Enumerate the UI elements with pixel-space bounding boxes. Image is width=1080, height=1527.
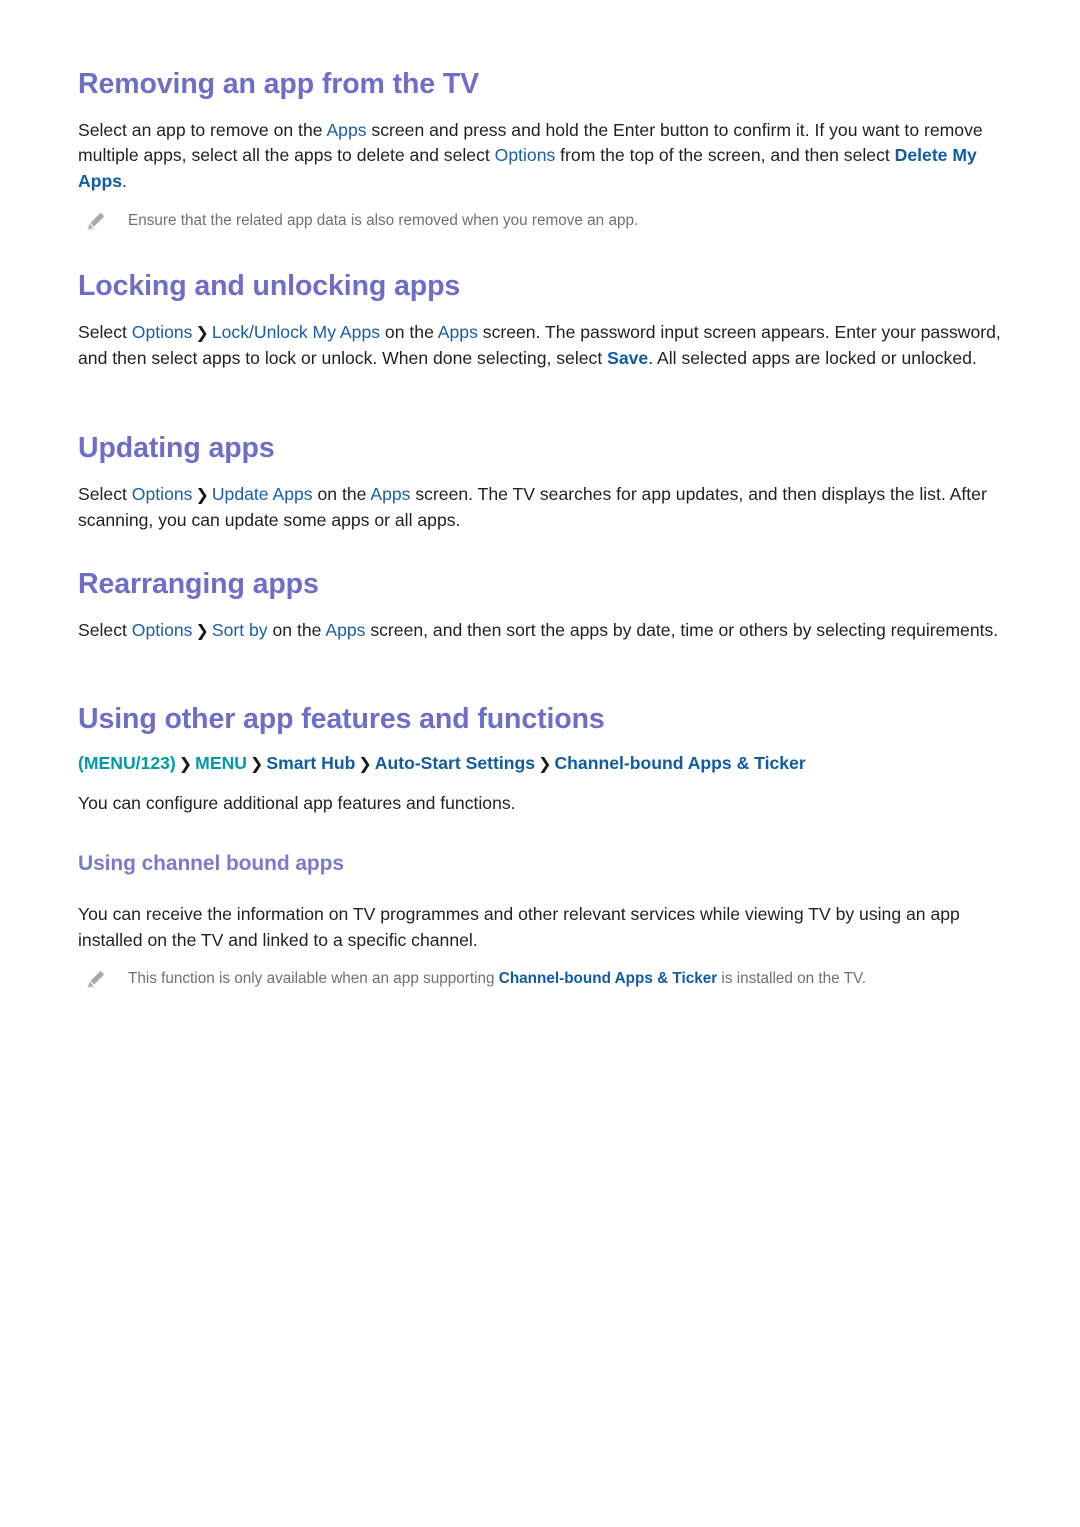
link-options[interactable]: Options — [132, 620, 193, 640]
breadcrumb-item-menu123[interactable]: (MENU/123) — [78, 753, 176, 773]
breadcrumb-item-menu[interactable]: MENU — [195, 753, 247, 773]
text-run: Select — [78, 483, 132, 504]
paragraph-removing-an-app: Select an app to remove on the Apps scre… — [78, 118, 1005, 195]
chevron-right-icon: ❯ — [178, 755, 193, 773]
note-removing-an-app: Ensure that the related app data is also… — [78, 210, 1005, 232]
section-removing-an-app: Removing an app from the TV Select an ap… — [78, 68, 1005, 232]
paragraph-updating-apps: Select Options ❯ Update Apps on the Apps s… — [78, 482, 1005, 534]
link-update-apps[interactable]: Update Apps — [212, 484, 313, 504]
breadcrumb: (MENU/123) ❯ MENU ❯ Smart Hub ❯ Auto-Start Set… — [78, 751, 1005, 777]
link-options[interactable]: Options — [495, 145, 556, 165]
text-run: on the — [267, 619, 326, 640]
section-title-locking-unlocking-apps: Locking and unlocking apps — [78, 270, 461, 302]
section-title-rearranging-apps: Rearranging apps — [78, 568, 319, 600]
link-lock-unlock-my-apps[interactable]: Lock/Unlock My Apps — [212, 322, 380, 342]
note-text: Ensure that the related app data is also… — [128, 212, 639, 230]
link-options[interactable]: Options — [132, 484, 193, 504]
link-apps[interactable]: Apps — [326, 120, 366, 140]
text-run: This function is only available when an … — [128, 970, 499, 988]
pencil-icon — [86, 969, 106, 989]
text-run: . All selected apps are locked or unlock… — [648, 348, 977, 369]
text-run: is installed on the TV. — [717, 970, 867, 988]
chevron-right-icon: ❯ — [358, 755, 372, 773]
text-run: on the — [380, 321, 438, 342]
note-using-channel-bound-apps: This function is only available when an … — [78, 968, 1005, 990]
text-run: on the — [312, 483, 371, 504]
link-channel-bound-apps-ticker[interactable]: Channel-bound Apps & Ticker — [499, 970, 717, 987]
paragraph-rearranging-apps: Select Options ❯ Sort by on the Apps scree… — [78, 618, 1005, 645]
subsection-title-using-channel-bound-apps: Using channel bound apps — [78, 852, 344, 875]
note-text: This function is only available when an … — [128, 968, 1005, 990]
section-locking-unlocking-apps: Locking and unlocking apps Select Option… — [78, 270, 1005, 372]
chevron-right-icon: ❯ — [195, 486, 209, 504]
section-title-removing-an-app: Removing an app from the TV — [78, 68, 480, 100]
chevron-right-icon: ❯ — [195, 324, 209, 342]
document-page: Removing an app from the TV Select an ap… — [0, 0, 1080, 1527]
breadcrumb-item-auto-start-settings[interactable]: Auto-Start Settings — [375, 753, 535, 773]
chevron-right-icon: ❯ — [249, 755, 264, 773]
link-sort-by[interactable]: Sort by — [212, 620, 268, 640]
chevron-right-icon: ❯ — [538, 755, 552, 773]
breadcrumb-item-smart-hub[interactable]: Smart Hub — [266, 753, 355, 773]
text-run: from the top of the screen, and then sel… — [555, 145, 895, 166]
paragraph-using-channel-bound-apps: You can receive the information on TV pr… — [78, 904, 960, 950]
chevron-right-icon: ❯ — [195, 622, 209, 640]
text-run: Select — [78, 321, 132, 342]
section-title-updating-apps: Updating apps — [78, 432, 275, 464]
text-run: screen, and then sort the apps by date, … — [365, 619, 999, 640]
paragraph-other-app-features: You can configure additional app feature… — [78, 792, 516, 813]
text-run: Select — [78, 619, 132, 640]
section-rearranging-apps: Rearranging apps Select Options ❯ Sort by … — [78, 568, 1005, 644]
section-title-other-app-features: Using other app features and functions — [78, 703, 605, 735]
link-apps[interactable]: Apps — [325, 620, 365, 640]
link-apps[interactable]: Apps — [438, 322, 478, 342]
section-using-channel-bound-apps: Using channel bound apps You can receive… — [78, 851, 1005, 990]
section-updating-apps: Updating apps Select Options ❯ Update Apps… — [78, 432, 1005, 534]
section-other-app-features: Using other app features and functions (… — [78, 703, 1005, 816]
link-options[interactable]: Options — [132, 322, 193, 342]
paragraph-locking-unlocking-apps: Select Options ❯ Lock/Unlock My Apps on th… — [78, 320, 1005, 372]
text-run: . — [121, 170, 127, 191]
breadcrumb-item-channel-bound-apps-ticker[interactable]: Channel-bound Apps & Ticker — [554, 753, 805, 773]
text-run: Select an app to remove on the — [78, 119, 327, 140]
link-apps[interactable]: Apps — [370, 484, 410, 504]
pencil-icon — [86, 211, 106, 231]
link-save[interactable]: Save — [607, 348, 648, 368]
